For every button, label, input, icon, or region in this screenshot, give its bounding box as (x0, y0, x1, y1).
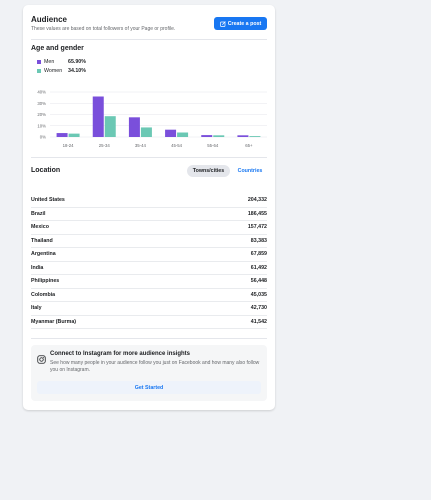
location-value: 45,035 (250, 291, 267, 298)
tab-countries[interactable]: Countries (233, 165, 267, 177)
location-row: Thailand 83,383 (31, 235, 267, 248)
bar-women-65+ (249, 136, 261, 137)
x-tick-label: 45-54 (171, 143, 183, 148)
audience-card: Audience These values are based on total… (23, 5, 275, 410)
location-value: 186,455 (247, 210, 267, 217)
divider (31, 157, 267, 158)
location-row: Colombia 45,035 (31, 289, 267, 302)
instagram-title: Connect to Instagram for more audience i… (50, 351, 191, 357)
location-name: United States (31, 197, 65, 204)
bar-men-18-24 (56, 133, 68, 137)
bar-women-18-24 (68, 133, 80, 137)
location-name: Italy (31, 305, 42, 312)
location-list: United States 204,332 Brazil 186,455 Mexico 1… (31, 194, 267, 329)
bar-men-45-54 (165, 129, 177, 137)
x-tick-label: 55-64 (207, 143, 219, 148)
location-name: Myanmar (Burma) (31, 318, 77, 325)
location-name: Mexico (31, 224, 49, 231)
x-tick-label: 18-24 (63, 143, 75, 148)
instagram-description: See how many people in your audience fol… (50, 360, 260, 373)
location-row: India 61,492 (31, 262, 267, 275)
age-gender-bar-chart: 40% 30% 20% 10% 0% 18-24 25-34 35-44 45-54 55-64 6… (37, 90, 267, 148)
bar-men-65+ (237, 135, 249, 137)
y-tick-label: 10% (37, 123, 46, 128)
location-row: Philippines 56,448 (31, 275, 267, 289)
x-tick-label: 35-44 (135, 143, 147, 148)
tab-towns-cities[interactable]: Towns/cities (187, 165, 230, 177)
location-value: 56,448 (250, 278, 267, 285)
bar-women-55-64 (213, 135, 225, 137)
location-name: Argentina (31, 251, 56, 258)
location-name: India (31, 264, 44, 271)
location-value: 42,730 (250, 305, 267, 312)
location-value: 41,542 (250, 318, 267, 325)
location-title: Location (31, 167, 61, 174)
location-row: Argentina 67,859 (31, 248, 267, 262)
location-value: 83,383 (250, 237, 267, 244)
x-tick-label: 25-34 (99, 143, 111, 148)
location-row: Brazil 186,455 (31, 208, 267, 221)
location-value: 157,472 (247, 224, 267, 231)
bar-women-25-34 (104, 116, 116, 137)
y-tick-label: 40% (37, 90, 46, 95)
y-tick-label: 30% (37, 101, 46, 106)
location-row: Italy 42,730 (31, 302, 267, 316)
location-name: Colombia (31, 291, 56, 298)
x-tick-label: 65+ (245, 143, 253, 148)
bar-women-35-44 (140, 127, 152, 137)
y-tick-label: 20% (37, 112, 46, 117)
bar-men-25-34 (92, 96, 104, 137)
bar-men-55-64 (201, 135, 213, 137)
location-value: 204,332 (247, 197, 267, 204)
location-value: 67,859 (250, 251, 267, 258)
divider (31, 338, 267, 339)
location-name: Philippines (31, 278, 60, 285)
bar-women-45-54 (177, 132, 189, 137)
location-row: Mexico 157,472 (31, 221, 267, 235)
location-name: Thailand (31, 237, 53, 244)
location-value: 61,492 (250, 264, 267, 271)
y-tick-label: 0% (40, 135, 46, 140)
location-name: Brazil (31, 210, 46, 217)
location-row: Myanmar (Burma) 41,542 (31, 316, 267, 329)
get-started-button[interactable]: Get Started (37, 381, 261, 394)
location-row: United States 204,332 (31, 194, 267, 208)
instagram-icon (37, 351, 46, 364)
instagram-connect-card: Connect to Instagram for more audience i… (31, 345, 267, 401)
bar-men-35-44 (128, 117, 140, 137)
